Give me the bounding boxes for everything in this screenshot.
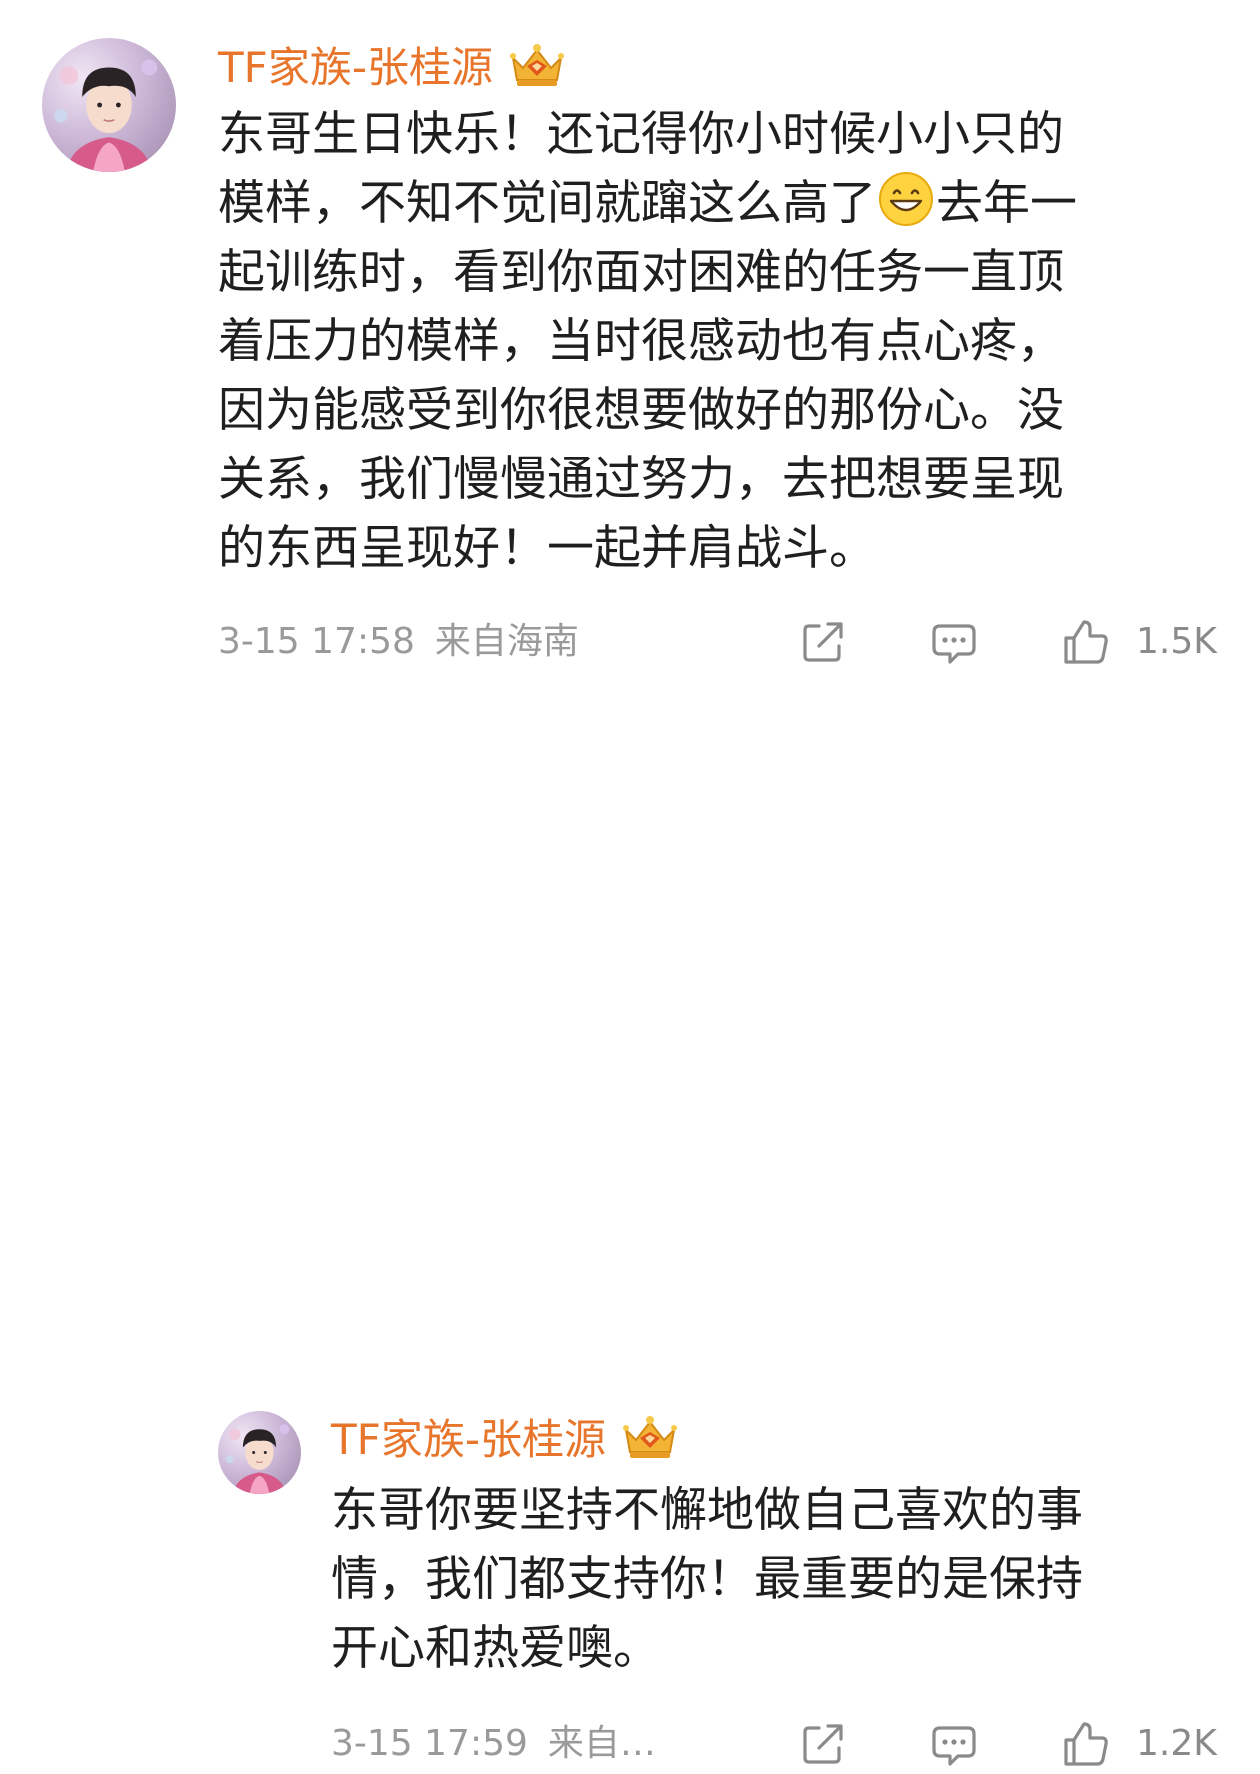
comment-location: 来自海南 <box>434 621 579 662</box>
username[interactable]: TF家族-张桂源 <box>218 34 493 95</box>
comment-icon[interactable] <box>930 618 978 666</box>
like-count: 1.5K <box>1136 621 1217 662</box>
thumbs-up-icon[interactable] <box>1062 618 1110 666</box>
comment-line: 模样，不知不觉间就蹿这么高了 去年一 <box>218 169 1077 238</box>
comment-timestamp: 3-15 17:59 <box>331 1723 528 1764</box>
comment-line: 关系，我们慢慢通过努力，去把想要呈现 <box>218 452 1064 507</box>
grinning-face-emoji-icon <box>879 172 933 226</box>
comment-line: 着压力的模样，当时很感动也有点心疼， <box>218 314 1064 369</box>
username-row: TF家族-张桂源 <box>331 1408 682 1464</box>
comment-line: 东哥你要坚持不懈地做自己喜欢的事 <box>331 1483 1083 1538</box>
comment-text: 东哥生日快乐！还记得你小时候小小只的 模样，不知不觉间就蹿这么高了 去年一 起训… <box>218 100 1077 583</box>
comment-meta: 3-15 17:58 来自海南 <box>218 612 579 672</box>
username-row: TF家族-张桂源 <box>218 36 569 92</box>
comment-line-part: 去年一 <box>936 176 1077 231</box>
comment-text: 东哥你要坚持不懈地做自己喜欢的事 情，我们都支持你！最重要的是保持 开心和热爱噢… <box>331 1476 1083 1683</box>
comment-line: 因为能感受到你很想要做好的那份心。没 <box>218 383 1064 438</box>
comment-meta-row: 3-15 17:59 来自… 1.2K <box>0 1714 1260 1774</box>
avatar-image <box>54 59 158 172</box>
comment-location[interactable]: 来自… <box>548 1723 656 1764</box>
comment-icon[interactable] <box>930 1720 978 1768</box>
avatar[interactable] <box>42 38 176 172</box>
thumbs-up-icon[interactable] <box>1062 1720 1110 1768</box>
avatar-image <box>225 1424 290 1494</box>
comment-meta: 3-15 17:59 来自… <box>331 1714 656 1774</box>
reply-item: TF家族-张桂源 东哥你要坚持不懈地做自己喜欢的事 情，我们都支持你！最重要的是… <box>0 690 1260 1766</box>
comment-meta-row: 3-15 17:58 来自海南 1.5K <box>0 612 1260 672</box>
avatar[interactable] <box>218 1411 301 1494</box>
comment-line: 情，我们都支持你！最重要的是保持 <box>331 1552 1083 1607</box>
share-icon[interactable] <box>799 1720 847 1768</box>
comment-item: TF家族-张桂源 东哥生日快乐！还记得你小时候小小只的 模样，不知不觉间就蹿这么… <box>0 0 1260 690</box>
comment-line: 东哥生日快乐！还记得你小时候小小只的 <box>218 107 1064 162</box>
comment-line: 起训练时，看到你面对困难的任务一直顶 <box>218 245 1064 300</box>
like-count: 1.2K <box>1136 1723 1217 1764</box>
crown-badge-icon <box>622 1416 677 1458</box>
comment-timestamp: 3-15 17:58 <box>218 621 415 662</box>
comment-line: 的东西呈现好！一起并肩战斗。 <box>218 521 876 576</box>
share-icon[interactable] <box>799 618 847 666</box>
username[interactable]: TF家族-张桂源 <box>331 1406 606 1467</box>
comment-line-part: 模样，不知不觉间就蹿这么高了 <box>218 176 876 231</box>
crown-badge-icon <box>509 44 564 86</box>
comment-line: 开心和热爱噢。 <box>331 1621 660 1676</box>
